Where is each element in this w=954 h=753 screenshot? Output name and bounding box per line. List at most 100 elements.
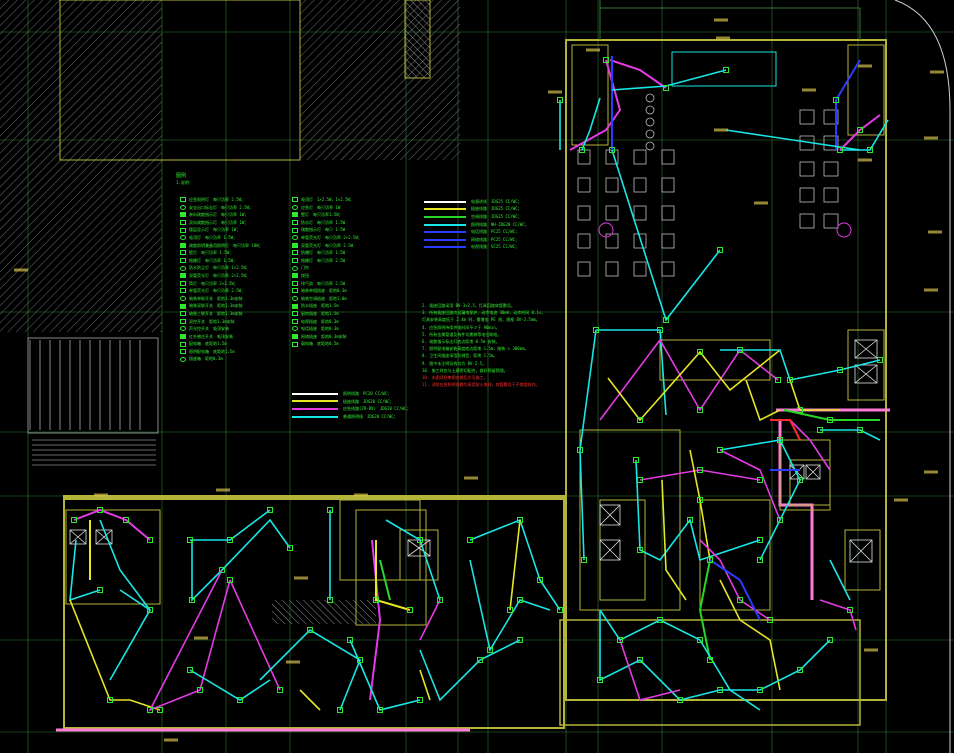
- legend-row: 防水防尘灯 每只功率 1×2.5W；: [180, 264, 263, 272]
- legend-row: 红外感应开关 吸顶安装: [180, 333, 263, 341]
- dimension-tag-label: [894, 498, 908, 502]
- wiring-run: [829, 559, 851, 601]
- legend-label: 网络插座: [301, 333, 317, 339]
- lamp-symbol-icon: [292, 288, 298, 294]
- dimension-tag-label: [164, 738, 178, 742]
- wire-legend-row: 照明线路 PC20 CC/WC；: [292, 390, 410, 398]
- legend-label: 防水防尘灯: [189, 265, 209, 271]
- legend-spec: 距地1.3m安装: [217, 310, 243, 316]
- dimension-tag-label: [294, 576, 308, 580]
- legend-row: 壁灯 每只功率 1.5W；: [180, 249, 263, 257]
- room-partition: [65, 509, 161, 605]
- design-notes: 2. 插座回路采用 BV-3×2.5，灯具回路穿管敷设。 3. 所有插座回路均设漏…: [422, 302, 545, 388]
- wire-spec: SC25 CC/WC；: [491, 244, 520, 250]
- legend-label: 电话插座: [301, 326, 317, 332]
- design-note: 8. 卫生间插座采用防溅型，距地 1.5m。: [422, 353, 498, 359]
- legend-row: 双管荧光灯 每只功率 2.5W: [292, 242, 362, 250]
- lamp-symbol-icon: [292, 197, 298, 203]
- design-note: 2. 插座回路采用 BV-3×2.5，灯具回路穿管敷设。: [422, 303, 515, 308]
- legend-label: 疏散指示灯: [301, 227, 321, 233]
- wiring-run: [419, 669, 431, 701]
- legend-spec: 距地0.3m安装: [321, 333, 347, 339]
- wiring-run: [69, 539, 101, 602]
- legend-label: 双管荧光灯: [301, 242, 321, 248]
- switch-symbol-icon: [180, 273, 186, 279]
- elevator-cross: [599, 539, 621, 561]
- legend-row: 吸顶灯 1×2.5W，1×2.5W；: [292, 196, 362, 204]
- hatched-existing-building: [0, 0, 162, 332]
- wiring-run: [190, 509, 271, 541]
- socket-symbol-icon: [180, 280, 186, 286]
- wire-line-sample: [292, 407, 338, 410]
- wiring-run: [611, 149, 721, 322]
- legend-row: 双向疏散指示灯 每只功率 1W；: [180, 219, 263, 227]
- socket-symbol-icon: [292, 303, 298, 309]
- wire-line-sample: [424, 200, 466, 203]
- lamp-symbol-icon: [180, 333, 186, 339]
- legend-label: 单管荧光灯: [301, 234, 321, 240]
- design-note: 10. 本图须经审图合格后方可施工。: [422, 375, 488, 381]
- wiring-run: [789, 379, 840, 411]
- column-circle: [645, 93, 655, 103]
- legend-label: 电视插座: [301, 318, 317, 324]
- legend-spec: 每只功率 1.5W: [317, 250, 346, 256]
- design-note: 6. 疏散指示标志灯底边距地 0.5m 安装。: [422, 339, 500, 345]
- legend-row: 插座箱 距地0.3m: [180, 355, 263, 363]
- equipment-ring: [836, 222, 852, 238]
- legend-label: 双向疏散指示灯: [189, 219, 217, 225]
- switch-symbol-icon: [180, 227, 186, 233]
- legend-row: 暗装空调插座 距地1.8m: [292, 295, 362, 303]
- legend-row: 疏散照明兼备用照明灯 每只功率 18W；: [180, 242, 263, 250]
- dimension-tag-label: [754, 201, 768, 205]
- dimension-tag-label: [716, 36, 730, 40]
- furniture-box: [661, 205, 675, 221]
- legend-spec: 每只功率 2×2.5W；: [325, 234, 362, 240]
- wiring-run: [699, 539, 771, 621]
- legend-row: 双管荧光灯 每只功率 2×2.5W；: [180, 272, 263, 280]
- legend-row: 格栅灯 每只功率 1.5W；: [180, 257, 263, 265]
- legend-row: 电话插座 距地0.3m: [292, 325, 362, 333]
- lamp-symbol-icon: [180, 220, 186, 226]
- legend-spec: 每只功率 1W: [317, 204, 341, 210]
- legend-spec: 每只功率 1×2.5W；: [213, 265, 250, 271]
- furniture-box: [823, 161, 839, 177]
- legend-column-2: 吸顶灯 1×2.5W，1×2.5W； 应急灯 每只功率 1W 壁灯 每只功率1.5W； 防水…: [292, 196, 362, 348]
- furniture-box: [661, 261, 675, 277]
- legend-row: 配电箱 底距地1.5m: [180, 340, 263, 348]
- legend-row: 排气扇 每只功率 2.5W: [292, 280, 362, 288]
- legend-row: 单向疏散指示灯 每只功率 1W；: [180, 211, 263, 219]
- furniture-box: [633, 205, 647, 221]
- switch-symbol-icon: [180, 250, 186, 256]
- legend-label: 吸顶灯: [189, 234, 201, 240]
- lamp-symbol-icon: [180, 356, 186, 362]
- legend-spec: 每只功率1.5W；: [313, 212, 343, 218]
- legend-spec: 每只功率 18W；: [233, 242, 263, 248]
- column-circle: [645, 141, 655, 151]
- wire-line-sample: [292, 415, 338, 418]
- legend-spec: 每只功率 1W；: [213, 227, 241, 233]
- legend-subtitle: 1.说明：: [176, 180, 193, 185]
- wire-line-sample: [424, 238, 466, 241]
- legend-row: 疏散指示灯 每只 1.5W: [292, 226, 362, 234]
- legend-spec: 距地1.5m: [321, 310, 339, 316]
- legend-spec: 每只功率 2.5W；: [221, 204, 254, 210]
- design-note: 10. 施工时应与土建密切配合，做好预留预埋。: [422, 367, 508, 373]
- legend-column-1: 应急照明灯 每只功率 2.5W； 安全出口标志灯 每只功率 2.5W； 单向疏散指示灯每…: [180, 196, 263, 363]
- wire-legend-mid: 照明线路 PC20 CC/WC； 插座线路 JDG20 CC/WC； 应急线路(ZR-B…: [292, 390, 410, 420]
- cad-drawing-canvas[interactable]: 图例 1.说明： 应急照明灯 每只功率 2.5W； 安全出口标志灯 每只功率 2.5W…: [0, 0, 954, 753]
- switch-symbol-icon: [292, 227, 298, 233]
- dimension-tag-label: [216, 488, 230, 492]
- furniture-box: [661, 233, 675, 249]
- legend-label: 红外感应开关: [189, 333, 213, 339]
- dimension-tag-label: [714, 128, 728, 132]
- legend-title: 图例: [176, 173, 187, 179]
- legend-spec: 距地0.3m: [329, 288, 347, 294]
- legend-spec: 每只功率 2.5W: [325, 242, 354, 248]
- legend-row: 双控开关 距地1.3m安装: [180, 318, 263, 326]
- legend-label: 吸顶灯: [301, 197, 313, 202]
- legend-row: 暗装单相插座 距地0.3m: [292, 287, 362, 295]
- dimension-tag-label: [930, 70, 944, 74]
- wire-spec: JDG20 CC/WC；: [379, 406, 411, 412]
- switch-symbol-icon: [292, 204, 298, 210]
- wiring-run: [599, 609, 701, 642]
